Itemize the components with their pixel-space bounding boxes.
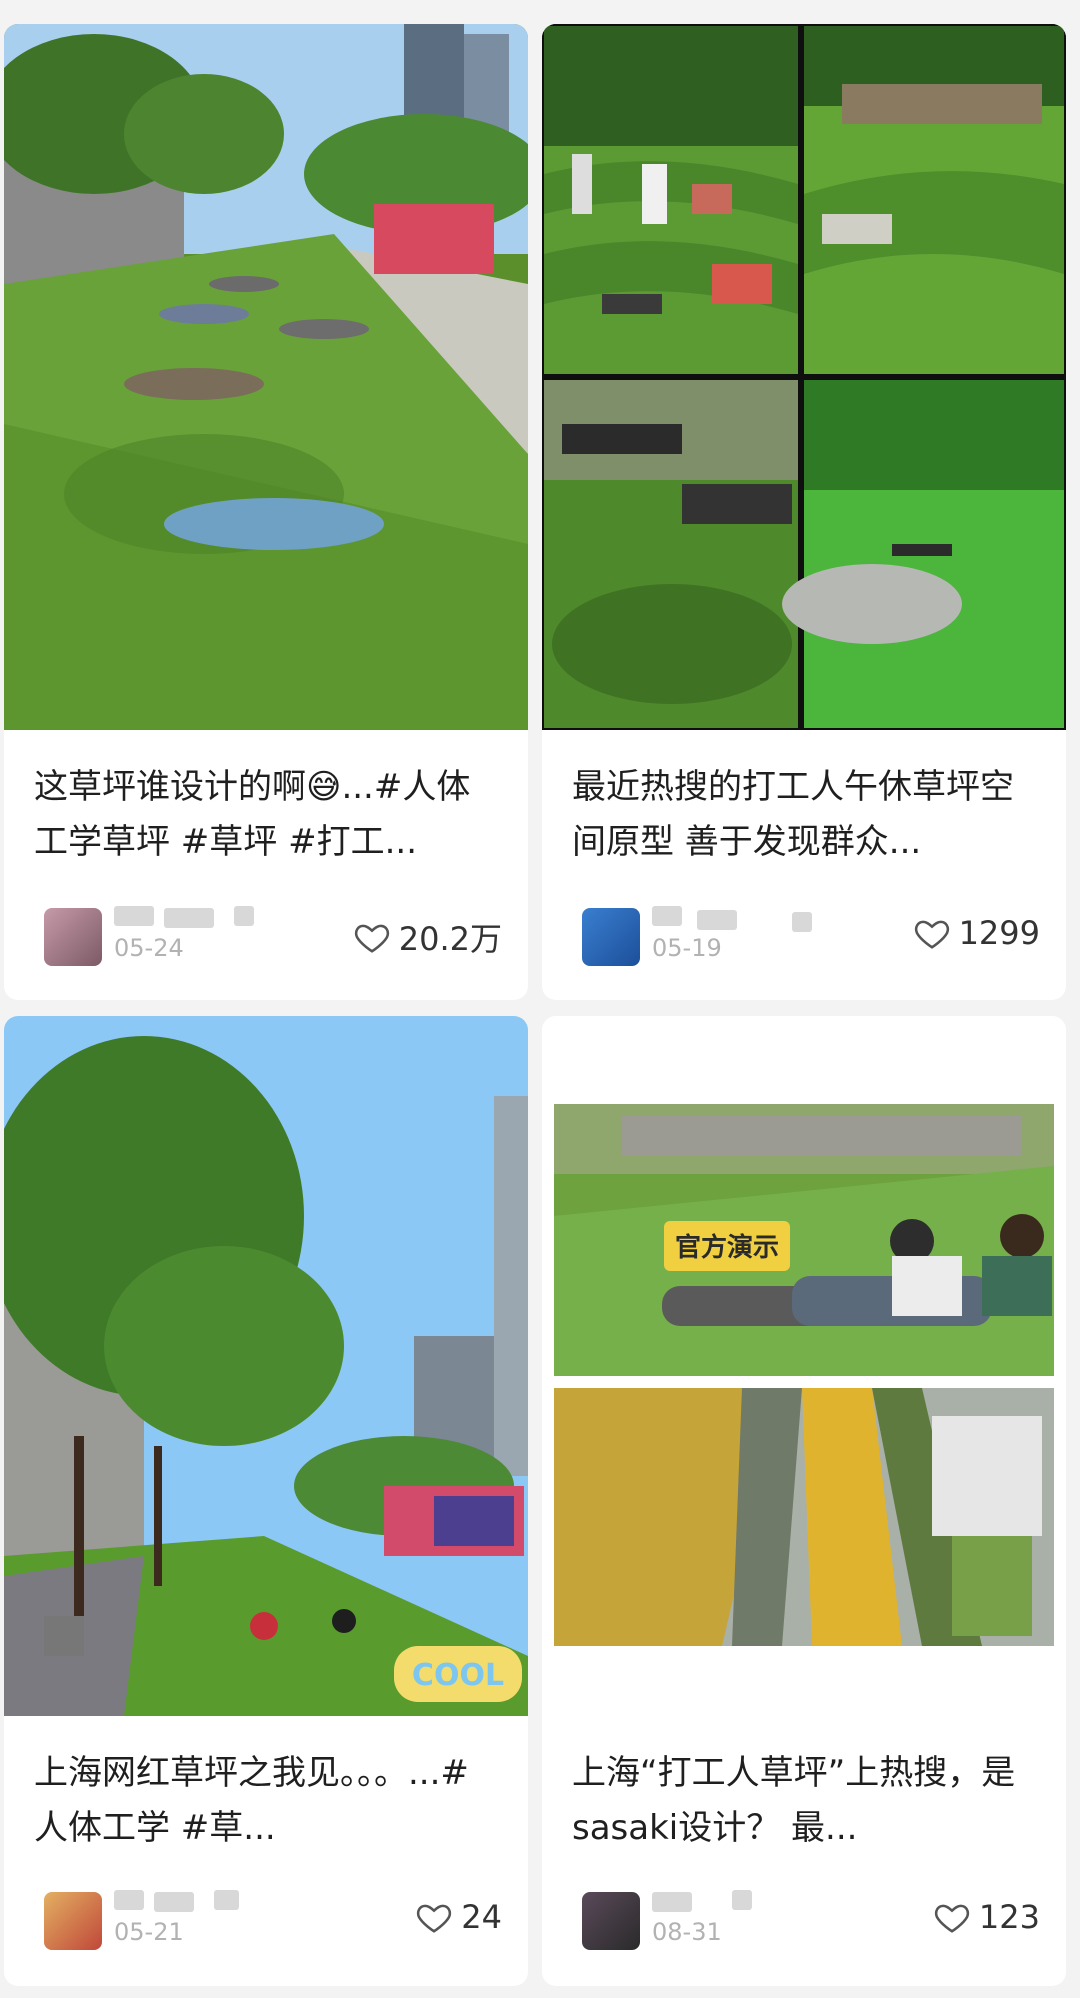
feed-card-2[interactable]: 最近热搜的打工人午休草坪空间原型 善于发现群众... 05-19 1299	[542, 24, 1066, 1000]
like-button[interactable]: 123	[933, 1898, 1040, 1936]
official-demo-caption: 官方演示	[675, 1232, 779, 1263]
like-count: 123	[978, 1898, 1040, 1936]
like-button[interactable]: 20.2万	[353, 914, 502, 960]
feed-card-3-title[interactable]: 上海网红草坪之我见。。。...#人体工学 #草...	[34, 1746, 498, 1856]
avatar[interactable]	[44, 1892, 102, 1950]
feed-card-4-title[interactable]: 上海“打工人草坪”上热搜，是sasaki设计？ 最...	[572, 1746, 1036, 1856]
author-name-redacted[interactable]	[652, 902, 852, 932]
post-date: 05-24	[114, 934, 184, 962]
heart-icon	[354, 924, 389, 953]
heart-icon	[417, 1904, 452, 1933]
author-name-redacted[interactable]	[114, 902, 314, 932]
post-date: 05-21	[114, 1918, 184, 1946]
heart-icon	[934, 1904, 970, 1933]
like-count: 24	[461, 1898, 502, 1936]
feed-card-1-image[interactable]	[4, 24, 528, 730]
author-name-redacted[interactable]	[114, 1886, 314, 1916]
feed-card-4-image[interactable]: 官方演示	[542, 1016, 1066, 1716]
feed-card-1-title[interactable]: 这草坪谁设计的啊😅...#人体工学草坪 #草坪 #打工...	[34, 760, 498, 870]
cool-sticker: COOL	[412, 1658, 504, 1693]
lawn-photo-3: COOL	[4, 1016, 528, 1716]
post-date: 08-31	[652, 1918, 722, 1946]
like-count: 20.2万	[398, 920, 502, 958]
feed-card-2-title[interactable]: 最近热搜的打工人午休草坪空间原型 善于发现群众...	[572, 760, 1036, 870]
feed-card-3-meta: 05-21 24	[34, 1886, 502, 1956]
like-count: 1299	[958, 914, 1040, 952]
feed-card-1-meta: 05-24 20.2万	[34, 902, 502, 972]
feed-card-3-image[interactable]: COOL	[4, 1016, 528, 1716]
like-button[interactable]: 1299	[913, 914, 1040, 952]
heart-icon	[914, 920, 949, 949]
feed-card-2-meta: 05-19 1299	[572, 902, 1040, 972]
lawn-photo-1	[4, 24, 528, 730]
like-button[interactable]: 24	[415, 1898, 502, 1936]
avatar[interactable]	[44, 908, 102, 966]
feed-card-2-image[interactable]	[542, 24, 1066, 730]
avatar[interactable]	[582, 1892, 640, 1950]
avatar[interactable]	[582, 908, 640, 966]
lawn-collage-photo	[542, 24, 1066, 730]
lawn-collage-photo-4: 官方演示	[542, 1016, 1066, 1716]
feed-card-1[interactable]: 这草坪谁设计的啊😅...#人体工学草坪 #草坪 #打工... 05-24 20.…	[4, 24, 528, 1000]
feed-card-4-meta: 08-31 123	[572, 1886, 1040, 1956]
feed-card-4[interactable]: 官方演示 上海“打工人草坪”上热搜，是sasaki设计？ 最... 08-31 …	[542, 1016, 1066, 1986]
author-name-redacted[interactable]	[652, 1886, 852, 1916]
post-date: 05-19	[652, 934, 722, 962]
feed-card-3[interactable]: COOL 上海网红草坪之我见。。。...#人体工学 #草... 05-21 24	[4, 1016, 528, 1986]
